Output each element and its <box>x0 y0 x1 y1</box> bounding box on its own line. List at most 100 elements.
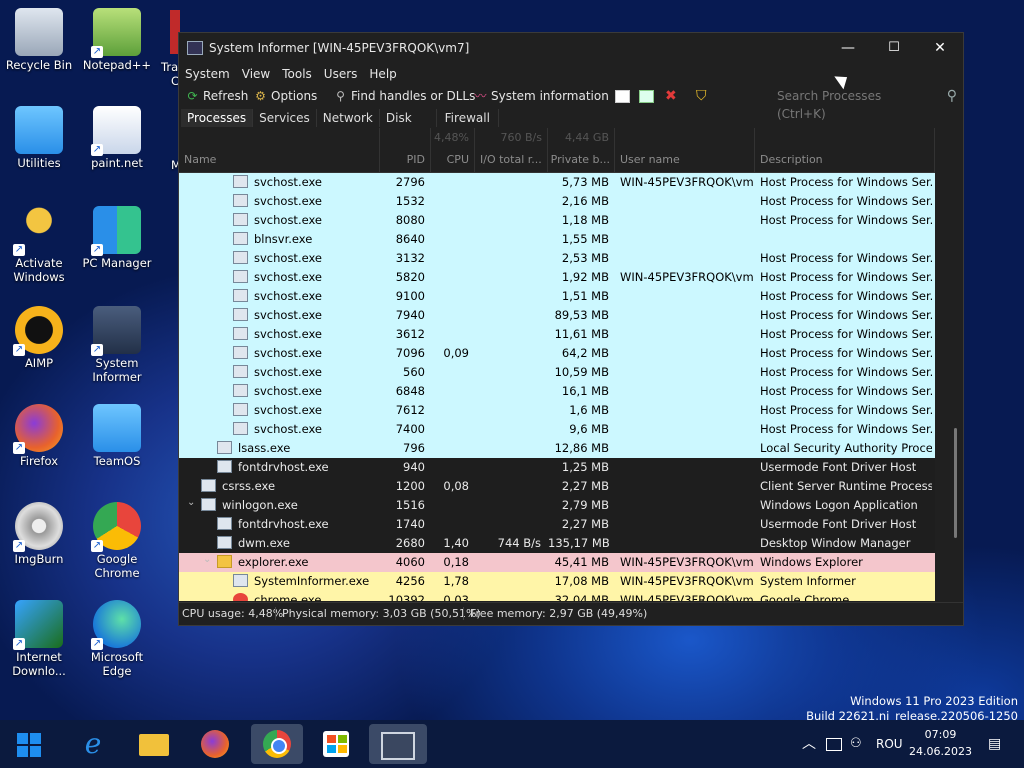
notification-icon[interactable]: ▤ <box>988 720 1001 768</box>
desktop-icon[interactable]: ↗ Google Chrome <box>78 502 156 580</box>
process-row[interactable]: svchost.exe 2796 5,73 MB WIN-45PEV3FRQOK\vm… <box>179 173 935 192</box>
tab-services[interactable]: Services <box>253 109 317 127</box>
process-cpu: 1,78 <box>443 574 469 588</box>
col-name-label: Name <box>184 153 217 166</box>
internet-explorer-icon[interactable]: e <box>73 724 113 764</box>
tray-chevron-up-icon[interactable]: ︿ <box>802 720 816 768</box>
desktop-icon[interactable]: ↗ AIMP <box>0 306 78 370</box>
taskbar-clock[interactable]: 07:09 24.06.2023 <box>909 726 972 760</box>
start-button[interactable] <box>9 724 49 764</box>
process-row[interactable]: csrss.exe 1200 0,08 2,27 MB Client Server Ru… <box>179 477 935 496</box>
find-handles-button[interactable]: ⚲ Find handles or DLLs <box>333 87 475 105</box>
process-row[interactable]: svchost.exe 560 10,59 MB Host Process for W… <box>179 363 935 382</box>
desktop-icon[interactable]: ↗ Microsoft Edge <box>78 600 156 678</box>
menu-system[interactable]: System <box>179 64 236 84</box>
file-explorer-icon[interactable] <box>134 724 174 764</box>
tab-firewall[interactable]: Firewall <box>437 109 499 127</box>
shield-icon[interactable]: ⛉ <box>696 87 707 105</box>
desktop-icon-label: System Informer <box>92 356 142 384</box>
tray-display-icon[interactable] <box>826 720 842 768</box>
expand-chevron-icon[interactable]: ⌄ <box>203 550 211 569</box>
process-row[interactable]: svchost.exe 3612 11,61 MB Host Process for … <box>179 325 935 344</box>
process-row[interactable]: ⌄ explorer.exe 4060 0,18 45,41 MB WIN-45PEV3F… <box>179 553 935 572</box>
status-bar: CPU usage: 4,48% Physical memory: 3,03 G… <box>179 602 963 625</box>
process-name: svchost.exe <box>254 384 323 398</box>
title-bar[interactable]: System Informer [WIN-45PEV3FRQOK\vm7] — … <box>179 33 963 63</box>
process-icon <box>233 251 248 264</box>
col-desc[interactable]: Description <box>755 128 935 172</box>
shortcut-arrow-icon: ↗ <box>13 344 25 356</box>
find-window-icon[interactable] <box>639 87 654 105</box>
col-private[interactable]: 4,44 GB Private b... <box>548 128 615 172</box>
col-io[interactable]: 760 B/s I/O total r... <box>475 128 548 172</box>
microsoft-store-icon[interactable] <box>316 724 356 764</box>
search-input[interactable]: Search Processes (Ctrl+K) <box>777 87 927 121</box>
process-row[interactable]: svchost.exe 8080 1,18 MB Host Process for W… <box>179 211 935 230</box>
col-pid[interactable]: PID <box>380 128 431 172</box>
notepadpp-icon: ↗ <box>91 8 141 58</box>
system-informer-taskbar-icon[interactable] <box>369 724 427 764</box>
menu-view[interactable]: View <box>236 64 276 84</box>
process-row[interactable]: blnsvr.exe 8640 1,55 MB <box>179 230 935 249</box>
desktop-icon[interactable]: Utilities <box>0 106 78 170</box>
process-row[interactable]: ⌄ winlogon.exe 1516 2,79 MB Windows Logon Ap… <box>179 496 935 515</box>
tab-processes[interactable]: Processes <box>181 109 254 127</box>
desktop-icon[interactable]: Recycle Bin <box>0 8 78 72</box>
process-private: 2,53 MB <box>561 251 609 265</box>
desktop-icon[interactable]: ↗ Notepad++ <box>78 8 156 72</box>
process-row[interactable]: svchost.exe 9100 1,51 MB Host Process for W… <box>179 287 935 306</box>
process-row[interactable]: chrome.exe 10392 0,03 32,04 MB WIN-45PEV3FRQ… <box>179 591 935 601</box>
maximize-button[interactable]: ☐ <box>871 33 917 63</box>
process-desc: Host Process for Windows Ser... <box>760 422 932 436</box>
process-row[interactable]: SystemInformer.exe 4256 1,78 17,08 MB WIN-45… <box>179 572 935 591</box>
menu-tools[interactable]: Tools <box>276 64 318 84</box>
vertical-scrollbar[interactable] <box>954 428 957 538</box>
system-informer-window[interactable]: System Informer [WIN-45PEV3FRQOK\vm7] — … <box>178 32 964 626</box>
tray-network-icon[interactable]: ⚇ <box>850 720 862 768</box>
chrome-taskbar-icon[interactable] <box>251 724 303 764</box>
process-row[interactable]: fontdrvhost.exe 940 1,25 MB Usermode Font D… <box>179 458 935 477</box>
process-row[interactable]: svchost.exe 7612 1,6 MB Host Process for Wi… <box>179 401 935 420</box>
tab-disk[interactable]: Disk <box>380 109 437 127</box>
desktop-icon[interactable]: ↗ Activate Windows <box>0 206 78 284</box>
process-row[interactable]: fontdrvhost.exe 1740 2,27 MB Usermode Font … <box>179 515 935 534</box>
folder-icon <box>217 555 232 568</box>
terminate-icon[interactable]: ✖ <box>665 87 677 105</box>
desktop-icon[interactable]: ↗ System Informer <box>78 306 156 384</box>
process-row[interactable]: lsass.exe 796 12,86 MB Local Security Autho… <box>179 439 935 458</box>
process-row[interactable]: svchost.exe 5820 1,92 MB WIN-45PEV3FRQOK\vm… <box>179 268 935 287</box>
desktop-icon[interactable]: ↗ Internet Downlo... <box>0 600 78 678</box>
menu-users[interactable]: Users <box>318 64 364 84</box>
window-icon[interactable] <box>615 87 630 105</box>
system-information-button[interactable]: 〰 System information <box>473 87 608 105</box>
process-row[interactable]: svchost.exe 7096 0,09 64,2 MB Host Process f… <box>179 344 935 363</box>
process-user: WIN-45PEV3FRQOK\vm7 <box>620 175 754 189</box>
options-button[interactable]: ⚙ Options <box>253 87 317 105</box>
desktop-icon[interactable]: ↗ Firefox <box>0 404 78 468</box>
process-row[interactable]: svchost.exe 1532 2,16 MB Host Process for W… <box>179 192 935 211</box>
desktop-icon[interactable]: TeamOS <box>78 404 156 468</box>
process-row[interactable]: svchost.exe 7400 9,6 MB Host Process for Wi… <box>179 420 935 439</box>
process-row[interactable]: svchost.exe 6848 16,1 MB Host Process for W… <box>179 382 935 401</box>
desktop-icon[interactable]: ↗ paint.net <box>78 106 156 170</box>
process-row[interactable]: dwm.exe 2680 1,40 744 B/s 135,17 MB Desktop W… <box>179 534 935 553</box>
tray-language[interactable]: ROU <box>876 720 903 768</box>
process-row[interactable]: svchost.exe 7940 89,53 MB Host Process for … <box>179 306 935 325</box>
process-row[interactable]: svchost.exe 3132 2,53 MB Host Process for W… <box>179 249 935 268</box>
expand-chevron-icon[interactable]: ⌄ <box>187 493 195 512</box>
search-icon[interactable]: ⚲ <box>947 87 957 105</box>
minimize-button[interactable]: — <box>825 33 871 63</box>
close-button[interactable]: ✕ <box>917 33 963 63</box>
col-cpu[interactable]: 4,48% CPU <box>431 128 475 172</box>
col-name[interactable]: Name <box>179 128 380 172</box>
firefox-taskbar-icon[interactable] <box>195 724 235 764</box>
col-user[interactable]: User name <box>615 128 755 172</box>
process-list[interactable]: svchost.exe 2796 5,73 MB WIN-45PEV3FRQOK\vm… <box>179 173 935 601</box>
desktop-icon[interactable]: ↗ ImgBurn <box>0 502 78 566</box>
tab-network[interactable]: Network <box>317 109 380 127</box>
desktop-icon[interactable]: ↗ PC Manager <box>78 206 156 270</box>
refresh-button[interactable]: ⟳ Refresh <box>185 87 248 105</box>
process-icon <box>233 574 248 587</box>
menu-help[interactable]: Help <box>363 64 402 84</box>
desktop-icon-label: Internet Downlo... <box>12 650 66 678</box>
